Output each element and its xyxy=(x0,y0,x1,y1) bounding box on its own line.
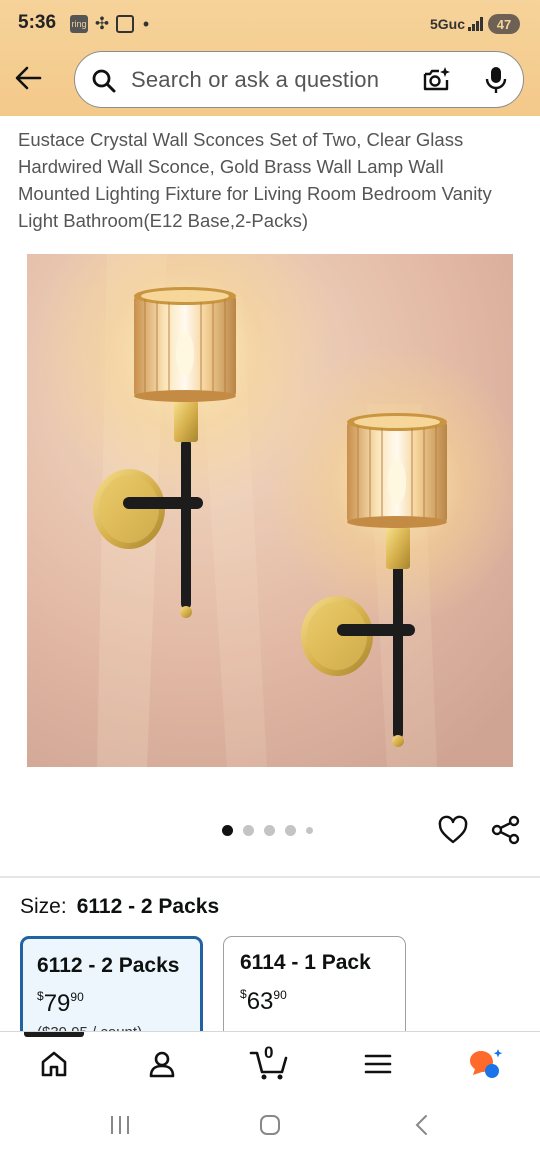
product-title[interactable]: Eustace Crystal Wall Sconces Set of Two,… xyxy=(18,126,518,234)
network-type: 5Guc xyxy=(430,16,466,32)
size-option-name: 6112 - 2 Packs xyxy=(37,954,180,977)
microphone-icon[interactable] xyxy=(483,65,509,100)
camera-search-icon[interactable] xyxy=(421,65,451,100)
size-option-price: $7990 xyxy=(37,989,84,1018)
image-pager[interactable] xyxy=(222,824,313,836)
assistant-icon[interactable] xyxy=(466,1046,506,1082)
size-option-name: 6114 - 1 Pack xyxy=(240,951,371,974)
system-nav-bar xyxy=(0,1093,540,1158)
price-fraction: 90 xyxy=(70,990,84,1004)
size-selected-value: 6112 - 2 Packs xyxy=(76,895,220,918)
screenshot-icon xyxy=(116,15,134,33)
price-currency: $ xyxy=(240,987,247,1001)
size-label: Size: xyxy=(20,895,67,918)
search-icon xyxy=(91,68,117,99)
pager-dot-active[interactable] xyxy=(222,824,233,836)
home-button-icon[interactable] xyxy=(258,1113,282,1137)
active-tab-indicator xyxy=(24,1032,84,1037)
battery-icon: 47 xyxy=(488,14,520,34)
pager-dot[interactable] xyxy=(306,826,313,834)
price-currency: $ xyxy=(37,989,44,1003)
price-whole: 79 xyxy=(43,990,71,1017)
home-icon[interactable] xyxy=(34,1046,74,1082)
fan-icon: ✣ xyxy=(94,14,110,33)
share-icon[interactable] xyxy=(490,815,522,850)
divider xyxy=(0,876,540,878)
search-bar[interactable]: Search or ask a question xyxy=(74,51,524,108)
header: 5:36 ring ✣ • 5Guc 47 Search or ask a qu… xyxy=(0,0,540,116)
cart-count: 0 xyxy=(264,1043,274,1062)
cart-icon[interactable]: 0 xyxy=(248,1043,292,1082)
pager-dot[interactable] xyxy=(285,824,296,836)
back-button-icon[interactable] xyxy=(410,1113,434,1137)
ring-app-icon: ring xyxy=(70,15,88,33)
pager-dot[interactable] xyxy=(243,824,254,836)
status-bar: 5:36 ring ✣ • 5Guc 47 xyxy=(0,0,540,48)
recent-apps-icon[interactable] xyxy=(108,1113,132,1137)
price-whole: 63 xyxy=(246,988,274,1015)
notification-dot-icon: • xyxy=(142,13,150,34)
signal-icon xyxy=(468,17,484,31)
back-arrow-icon[interactable] xyxy=(10,56,50,100)
size-option-price: $6390 xyxy=(240,987,287,1016)
price-fraction: 90 xyxy=(273,988,287,1002)
account-icon[interactable] xyxy=(142,1046,182,1082)
size-selector-label: Size: 6112 - 2 Packs xyxy=(20,895,219,919)
heart-icon[interactable] xyxy=(437,815,469,850)
bottom-nav: 0 xyxy=(0,1031,540,1093)
product-image[interactable] xyxy=(27,254,513,767)
search-input[interactable]: Search or ask a question xyxy=(131,67,379,93)
status-time: 5:36 xyxy=(18,12,57,33)
menu-icon[interactable] xyxy=(358,1046,398,1082)
pager-dot[interactable] xyxy=(264,824,275,836)
